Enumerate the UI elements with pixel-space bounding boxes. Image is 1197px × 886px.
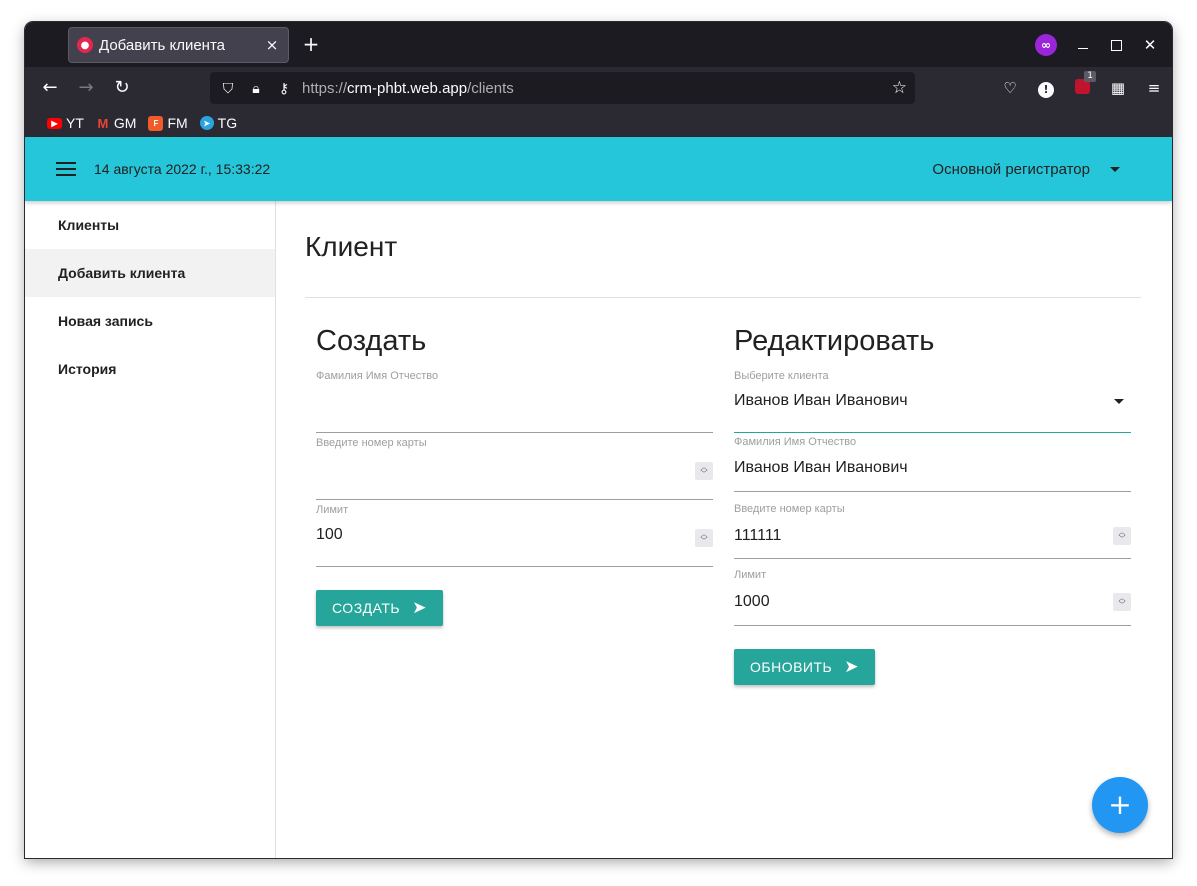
send-icon: ➤: [412, 598, 427, 617]
bookmark-tg[interactable]: ➤ TG: [199, 115, 237, 131]
ublock-icon[interactable]: 1: [1064, 70, 1100, 98]
bookmark-gm[interactable]: M GM: [96, 115, 136, 131]
send-icon: ➤: [844, 657, 859, 676]
app-favicon-icon: ●: [77, 37, 93, 53]
create-fio-field[interactable]: Фамилия Имя Отчество: [316, 366, 713, 433]
client-select-label: Выберите клиента: [734, 370, 829, 382]
title-divider: [305, 297, 1141, 298]
youtube-icon: ▶: [47, 117, 62, 129]
hamburger-menu-icon[interactable]: [56, 162, 76, 176]
create-button[interactable]: СОЗДАТЬ ➤: [316, 590, 443, 626]
maximize-icon[interactable]: [1111, 39, 1122, 51]
create-card-field[interactable]: Введите номер карты ︿ ﹀: [316, 433, 713, 500]
extension-info-icon[interactable]: !: [1028, 79, 1064, 98]
sidebar-item-add-client[interactable]: Добавить клиента: [25, 249, 275, 297]
close-window-icon[interactable]: ✕: [1142, 37, 1158, 53]
lock-icon[interactable]: 🔒︎: [246, 80, 266, 97]
gmail-icon: M: [97, 115, 109, 131]
browser-tab[interactable]: ● Добавить клиента ×: [68, 27, 289, 63]
browser-window: ● Добавить клиента × + ∞ ✕ ← → ↻ ⛉ 🔒︎ ⚷ …: [25, 22, 1172, 858]
app-header: 14 августа 2022 г., 15:33:22 Основной ре…: [25, 137, 1172, 201]
create-card-label: Введите номер карты: [316, 437, 427, 449]
update-button[interactable]: ОБНОВИТЬ ➤: [734, 649, 875, 685]
bookmark-star-icon[interactable]: ☆: [892, 78, 907, 98]
edit-card-label: Введите номер карты: [734, 503, 845, 515]
bookmarks-bar: ▶ YT M GM F FM ➤ TG: [25, 109, 1172, 137]
minimize-icon[interactable]: [1078, 41, 1088, 49]
create-limit-field[interactable]: Лимит 100 ︿ ﹀: [316, 500, 713, 567]
sidebar: Клиенты Добавить клиента Новая запись Ис…: [25, 201, 276, 858]
forward-icon[interactable]: →: [75, 77, 97, 99]
edit-limit-value[interactable]: 1000: [734, 593, 770, 611]
registrar-select[interactable]: Основной регистратор: [932, 161, 1090, 178]
create-limit-label: Лимит: [316, 504, 349, 516]
extension-badge: 1: [1084, 70, 1096, 82]
fm-icon: F: [148, 115, 164, 131]
new-tab-button[interactable]: +: [301, 32, 321, 56]
menu-icon[interactable]: ≡: [1136, 79, 1172, 97]
window-controls: ∞ ✕: [1035, 34, 1158, 56]
page-title: Клиент: [305, 231, 398, 262]
edit-card-value[interactable]: 111111: [734, 527, 781, 545]
edit-limit-field[interactable]: Лимит 1000 ︿ ﹀: [734, 559, 1131, 626]
create-limit-spinner-icon[interactable]: ︿ ﹀: [695, 529, 713, 547]
edit-limit-label: Лимит: [734, 569, 767, 581]
header-datetime: 14 августа 2022 г., 15:33:22: [94, 161, 271, 177]
edit-fio-field[interactable]: Фамилия Имя Отчество Иванов Иван Иванови…: [734, 433, 1131, 492]
pocket-icon[interactable]: ♡: [992, 79, 1028, 97]
chart-extension-icon[interactable]: ▦: [1100, 79, 1136, 97]
edit-heading: Редактировать: [734, 325, 935, 357]
url-bar[interactable]: ⛉ 🔒︎ ⚷ https://crm-phbt.web.app/clients …: [210, 72, 915, 104]
client-select[interactable]: Выберите клиента Иванов Иван Иванович: [734, 366, 1131, 433]
sidebar-item-history[interactable]: История: [25, 345, 275, 393]
create-form: Создать Фамилия Имя Отчество Введите ном…: [316, 311, 713, 567]
bookmark-fm[interactable]: F FM: [148, 115, 188, 131]
tab-close-icon[interactable]: ×: [264, 36, 280, 54]
edit-form: Редактировать Выберите клиента Иванов Ив…: [734, 311, 1131, 626]
main-content: Клиент Создать Фамилия Имя Отчество Введ…: [277, 201, 1172, 858]
shield-icon[interactable]: ⛉: [218, 80, 238, 97]
create-card-spinner-icon[interactable]: ︿ ﹀: [695, 462, 713, 480]
create-fio-label: Фамилия Имя Отчество: [316, 370, 439, 382]
browser-titlebar: ● Добавить клиента × + ∞ ✕: [25, 22, 1172, 67]
toolbar-extensions: ♡ ! 1 ▦ ≡: [992, 67, 1172, 109]
browser-navbar: ← → ↻ ⛉ 🔒︎ ⚷ https://crm-phbt.web.app/cl…: [25, 67, 1172, 109]
tab-title: Добавить клиента: [99, 36, 225, 54]
edit-fio-value[interactable]: Иванов Иван Иванович: [734, 459, 908, 477]
create-button-label: СОЗДАТЬ: [332, 600, 401, 616]
bookmark-yt[interactable]: ▶ YT: [47, 115, 84, 131]
registrar-dropdown-icon[interactable]: [1110, 167, 1120, 172]
edit-card-field[interactable]: Введите номер карты 111111 ︿ ﹀: [734, 492, 1131, 559]
edit-card-spinner-icon[interactable]: ︿ ﹀: [1113, 527, 1131, 545]
edit-limit-spinner-icon[interactable]: ︿ ﹀: [1113, 593, 1131, 611]
create-heading: Создать: [316, 325, 427, 357]
edit-fio-label: Фамилия Имя Отчество: [734, 436, 857, 448]
sidebar-item-new-record[interactable]: Новая запись: [25, 297, 275, 345]
url-text: https://crm-phbt.web.app/clients: [302, 79, 514, 97]
client-dropdown-icon[interactable]: [1114, 399, 1124, 404]
update-button-label: ОБНОВИТЬ: [750, 659, 833, 675]
client-select-value[interactable]: Иванов Иван Иванович: [734, 392, 908, 410]
sidebar-item-clients[interactable]: Клиенты: [25, 201, 275, 249]
back-icon[interactable]: ←: [39, 77, 61, 99]
create-limit-value[interactable]: 100: [316, 526, 343, 544]
reload-icon[interactable]: ↻: [111, 77, 133, 99]
key-icon[interactable]: ⚷: [274, 80, 294, 97]
private-mask-icon: ∞: [1035, 34, 1057, 56]
telegram-icon: ➤: [199, 116, 214, 130]
add-fab-button[interactable]: +: [1092, 777, 1148, 833]
